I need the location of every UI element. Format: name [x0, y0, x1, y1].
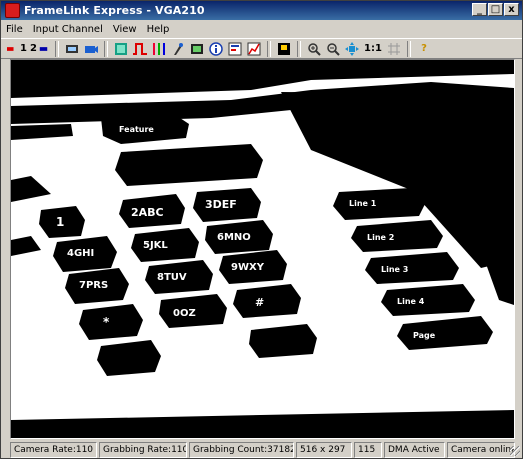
- image-button[interactable]: [189, 41, 205, 57]
- key-7-label: 7PRS: [79, 280, 108, 291]
- channel-2-icon: [39, 46, 48, 51]
- camera-icon: [85, 45, 98, 53]
- monitor-icon: [115, 42, 127, 55]
- resize-grip[interactable]: [510, 446, 520, 456]
- zoom-1to1-button[interactable]: 1:1: [363, 41, 383, 57]
- feature-key-label: Feature: [119, 125, 154, 134]
- key-9-label: 9WXY: [231, 262, 265, 273]
- image-icon: [191, 43, 203, 54]
- histogram-icon: [247, 42, 261, 55]
- status-bar: Camera Rate:110 Grabbing Rate:110 Grabbi…: [1, 442, 522, 458]
- help-button[interactable]: ?: [416, 41, 432, 57]
- toolbar: 1 2 1:1 ?: [1, 38, 522, 59]
- window-title: FrameLink Express - VGA210: [24, 4, 205, 17]
- line-1-label: Line 1: [349, 199, 377, 208]
- key-8-label: 8TUV: [157, 272, 187, 283]
- image-viewport[interactable]: Feature 1 2ABC 3DEF 4GHI 5JKL 6MNO 7PRS …: [10, 59, 515, 439]
- close-button[interactable]: x: [504, 3, 519, 16]
- display-button[interactable]: [113, 41, 129, 57]
- live-button[interactable]: [83, 41, 99, 57]
- bars-button[interactable]: [151, 41, 167, 57]
- film-icon: [66, 44, 78, 53]
- zoom-out-icon: [327, 42, 340, 56]
- line-2-label: Line 2: [367, 233, 394, 242]
- menu-help[interactable]: Help: [142, 24, 175, 35]
- key-hash-label: #: [255, 296, 264, 309]
- zoom-out-button[interactable]: [325, 41, 341, 57]
- grid-icon: [388, 42, 400, 55]
- key-6-label: 6MNO: [217, 232, 251, 243]
- status-grabbing-count: Grabbing Count:37182: [189, 442, 294, 458]
- channel-2-button[interactable]: 2: [30, 41, 50, 57]
- pulse-icon: [133, 42, 147, 55]
- toolbar-separator: [297, 40, 301, 57]
- line-4-label: Line 4: [397, 297, 425, 306]
- key-star-label: *: [103, 315, 110, 329]
- snapshot-icon: [278, 42, 290, 55]
- grab-frame-button[interactable]: [64, 41, 80, 57]
- zoom-in-button[interactable]: [306, 41, 322, 57]
- menu-view[interactable]: View: [108, 24, 142, 35]
- fit-button[interactable]: [344, 41, 360, 57]
- toolbar-separator: [267, 40, 271, 57]
- status-camera-rate: Camera Rate:110: [10, 442, 97, 458]
- window-controls: _ □ x: [472, 3, 519, 16]
- camera-frame: Feature 1 2ABC 3DEF 4GHI 5JKL 6MNO 7PRS …: [11, 60, 514, 438]
- toolbar-separator: [55, 40, 59, 57]
- move-icon: [345, 41, 359, 56]
- bars-icon: [153, 42, 165, 55]
- app-window: FrameLink Express - VGA210 _ □ x File In…: [0, 0, 523, 459]
- settings-icon: [228, 42, 242, 55]
- app-icon: [5, 3, 20, 18]
- zoom-in-icon: [308, 42, 321, 56]
- channel-1-icon: [7, 46, 14, 51]
- pulse-button[interactable]: [132, 41, 148, 57]
- key-3-label: 3DEF: [205, 198, 237, 211]
- maximize-button[interactable]: □: [488, 3, 503, 16]
- probe-button[interactable]: [170, 41, 186, 57]
- status-value: 115: [354, 442, 382, 458]
- status-camera: Camera online: [447, 442, 515, 458]
- toolbar-separator: [104, 40, 108, 57]
- key-1-label: 1: [56, 215, 64, 229]
- snapshot-button[interactable]: [276, 41, 292, 57]
- probe-icon: [174, 42, 183, 55]
- channel-1-button[interactable]: 1: [7, 41, 27, 57]
- title-bar[interactable]: FrameLink Express - VGA210 _ □ x: [1, 1, 522, 20]
- line-3-label: Line 3: [381, 265, 408, 274]
- minimize-button[interactable]: _: [472, 3, 487, 16]
- menu-bar: File Input Channel View Help: [1, 21, 522, 37]
- status-resolution: 516 x 297: [296, 442, 352, 458]
- key-5-label: 5JKL: [143, 240, 168, 251]
- page-label: Page: [413, 331, 436, 340]
- menu-file[interactable]: File: [1, 24, 28, 35]
- key-2-label: 2ABC: [131, 206, 164, 219]
- histogram-button[interactable]: [246, 41, 262, 57]
- menu-input-channel[interactable]: Input Channel: [28, 24, 108, 35]
- key-4-label: 4GHI: [67, 248, 94, 259]
- info-icon: [209, 41, 223, 56]
- status-grabbing-rate: Grabbing Rate:110: [99, 442, 187, 458]
- info-button[interactable]: [208, 41, 224, 57]
- grid-button[interactable]: [386, 41, 402, 57]
- key-0-label: 0OZ: [173, 308, 196, 319]
- toolbar-separator: [407, 40, 411, 57]
- settings-button[interactable]: [227, 41, 243, 57]
- status-dma: DMA Active: [384, 442, 445, 458]
